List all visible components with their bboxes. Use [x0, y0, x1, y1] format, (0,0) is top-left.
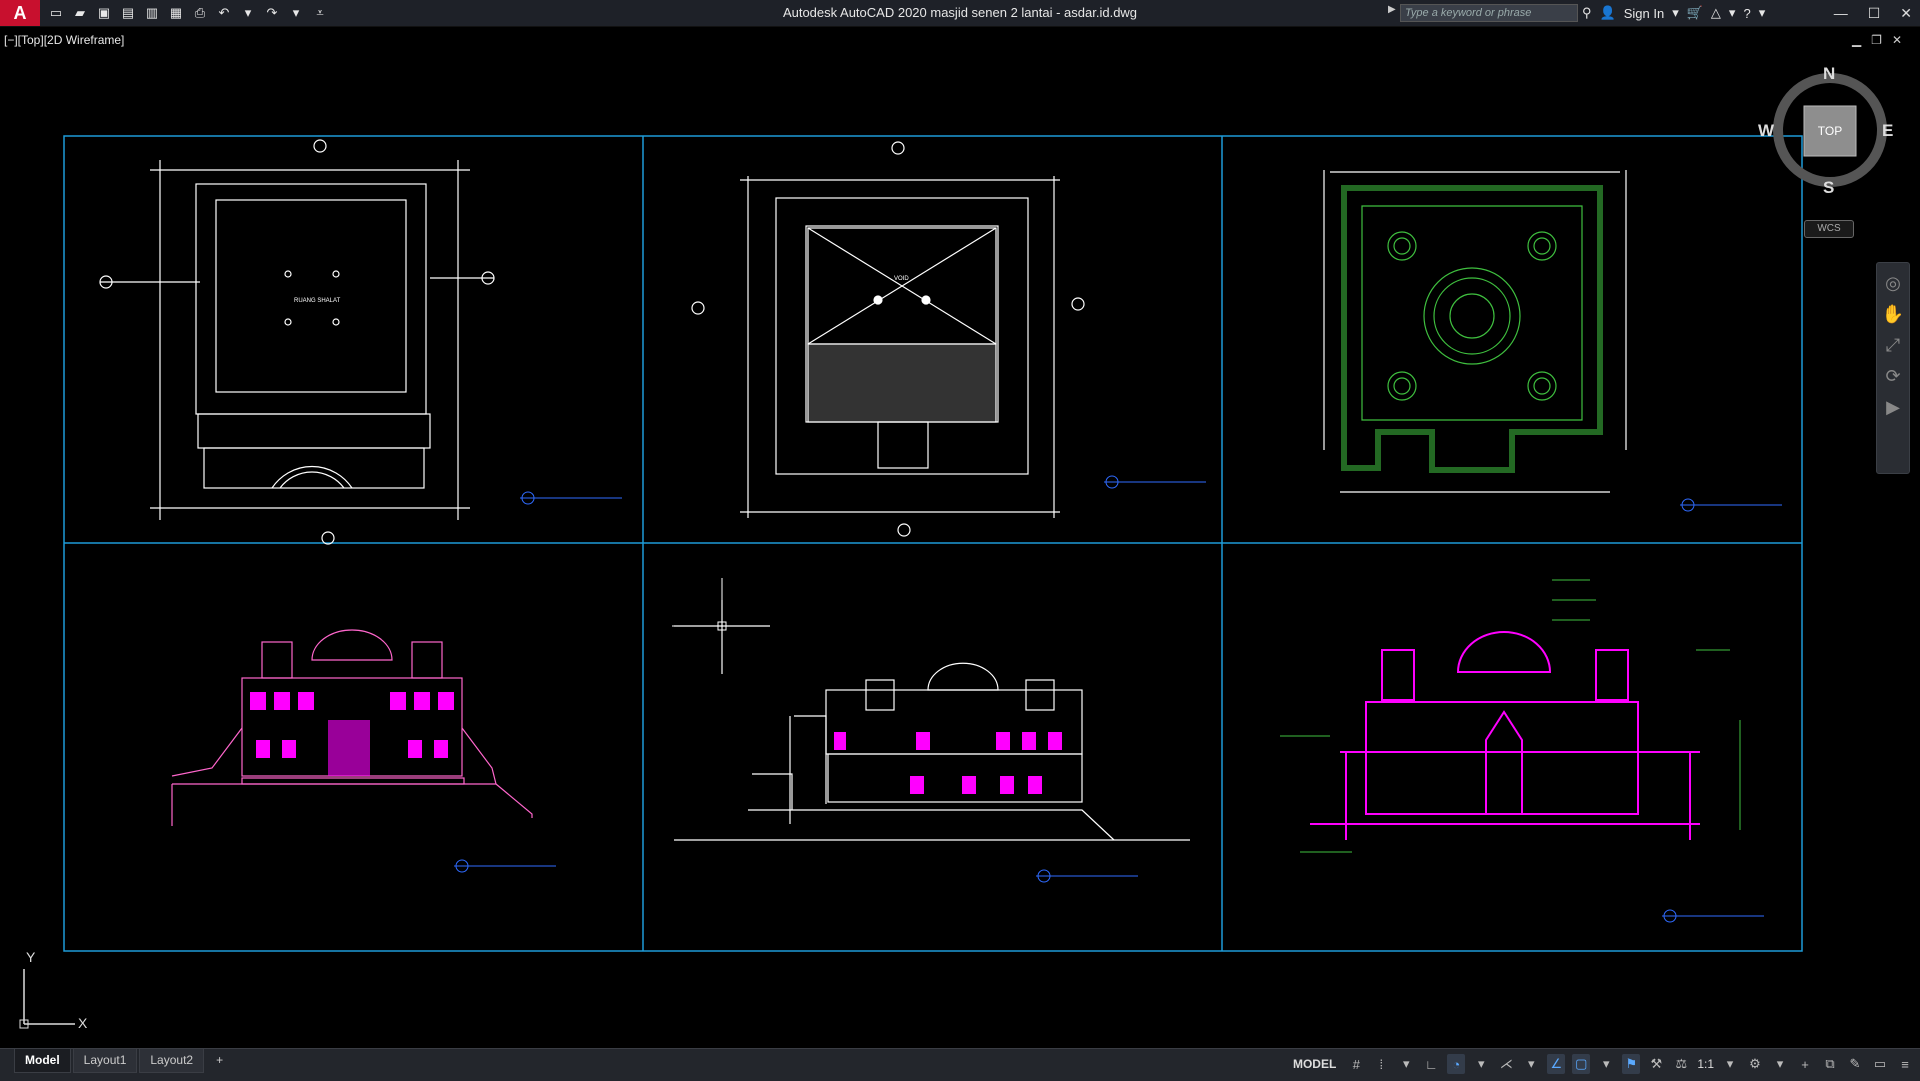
user-icon: 👤: [1599, 5, 1616, 20]
crosshair-cursor: [672, 578, 770, 674]
wcs-menu[interactable]: WCS: [1804, 220, 1854, 238]
snap-mode-icon[interactable]: ⁞: [1372, 1054, 1390, 1074]
print-icon[interactable]: ⎙: [190, 3, 210, 23]
floor-plan-1: [99, 139, 495, 545]
cart-icon[interactable]: 🛒: [1687, 5, 1703, 21]
add-layout-button[interactable]: +: [206, 1049, 233, 1073]
workspace-dropdown-icon[interactable]: ▾: [1771, 1054, 1789, 1074]
application-menu-button[interactable]: A: [0, 0, 40, 26]
window-controls: — ☐ ✕: [1834, 0, 1912, 26]
viewcube-south-label[interactable]: S: [1823, 178, 1834, 198]
steering-wheel-icon[interactable]: ◎: [1877, 273, 1909, 294]
help-toolbar: ⚲ 👤 Sign In ▾ 🛒 △ ▾ ? ▾: [1582, 0, 1765, 26]
showmotion-icon[interactable]: ▶: [1877, 397, 1909, 418]
viewcube-west-label[interactable]: W: [1758, 121, 1774, 141]
isodraft-icon[interactable]: ⋌: [1497, 1054, 1515, 1074]
add-icon[interactable]: +: [1796, 1054, 1814, 1074]
ortho-icon[interactable]: ∟: [1422, 1054, 1440, 1074]
annotation-scale-icon[interactable]: ⚖: [1672, 1054, 1690, 1074]
elevation-side: [674, 600, 1190, 841]
layout-tabs: Model Layout1 Layout2 +: [14, 1049, 233, 1073]
tab-layout1[interactable]: Layout1: [72, 1049, 138, 1073]
elevation-2-title: [1036, 869, 1138, 883]
tab-model[interactable]: Model: [14, 1049, 71, 1073]
elevation-front-windows: [250, 692, 454, 776]
viewcube[interactable]: N S E W TOP: [1758, 64, 1894, 197]
plot-publish-icon[interactable]: ▥: [142, 3, 162, 23]
elevation-1-title: [454, 859, 556, 873]
plan-label-void: VOID: [894, 276, 909, 282]
customization-menu-icon[interactable]: ≡: [1896, 1054, 1914, 1074]
orbit-icon[interactable]: ⟳: [1877, 366, 1909, 387]
object-snap-icon[interactable]: ▢: [1572, 1054, 1591, 1074]
isodraft-dropdown-icon[interactable]: ▾: [1522, 1054, 1540, 1074]
tab-layout2[interactable]: Layout2: [139, 1049, 205, 1073]
object-snap-tracking-icon[interactable]: ∠: [1547, 1054, 1566, 1074]
plan-label-ruang-shalat: RUANG SHALAT: [294, 298, 341, 304]
viewcube-east-label[interactable]: E: [1882, 121, 1893, 141]
customize-qat-icon[interactable]: ⩡: [310, 3, 330, 23]
workspace-gear-icon[interactable]: ⚙: [1746, 1054, 1764, 1074]
search-expand-icon[interactable]: ▶: [1388, 4, 1396, 15]
drawing-canvas[interactable]: RUANG SHALAT VOID: [0, 40, 1920, 1048]
redo-icon[interactable]: ↷: [262, 3, 282, 23]
elevation-rear-annotations: [1280, 579, 1741, 853]
new-file-icon[interactable]: ▭: [46, 3, 66, 23]
snap-dropdown-icon[interactable]: ▾: [1397, 1054, 1415, 1074]
navigation-bar: ◎ ✋ ⤢ ⟳ ▶: [1876, 262, 1910, 474]
undo-dropdown-icon[interactable]: ▾: [238, 3, 258, 23]
save-icon[interactable]: ▣: [94, 3, 114, 23]
app-dropdown-icon[interactable]: ▾: [1729, 5, 1736, 21]
plan-1-title: [520, 491, 622, 505]
object-snap-dropdown-icon[interactable]: ▾: [1597, 1054, 1615, 1074]
close-icon[interactable]: ✕: [1900, 5, 1912, 22]
hardware-acceleration-icon[interactable]: ✎: [1846, 1054, 1864, 1074]
grid-icon[interactable]: #: [1347, 1054, 1365, 1074]
ucs-icon: Y X: [15, 949, 95, 1031]
plan-2-title: [1104, 475, 1206, 489]
elevation-side-windows: [834, 732, 1062, 794]
elevation-3-title: [1662, 909, 1764, 923]
scale-dropdown-icon[interactable]: ▾: [1721, 1054, 1739, 1074]
viewcube-top-face[interactable]: TOP: [1804, 124, 1856, 138]
search-input[interactable]: Type a keyword or phrase: [1400, 4, 1578, 22]
viewcube-north-label[interactable]: N: [1823, 64, 1835, 84]
floor-plan-2: [691, 141, 1085, 537]
redo-dropdown-icon[interactable]: ▾: [286, 3, 306, 23]
autodesk-app-icon[interactable]: △: [1711, 5, 1721, 21]
polar-dropdown-icon[interactable]: ▾: [1472, 1054, 1490, 1074]
title-bar: A ▭ ▰ ▣ ▤ ▥ ▦ ⎙ ↶ ▾ ↷ ▾ ⩡ Autodesk AutoC…: [0, 0, 1920, 27]
model-space-button[interactable]: MODEL: [1289, 1057, 1340, 1071]
minimize-icon[interactable]: —: [1834, 5, 1848, 21]
floor-plan-3: [1323, 170, 1627, 493]
isolate-objects-icon[interactable]: ⧉: [1821, 1054, 1839, 1074]
zoom-extents-icon[interactable]: ⤢: [1877, 335, 1909, 356]
annotation-visibility-icon[interactable]: ⚑: [1622, 1054, 1641, 1074]
sign-in-dropdown-icon[interactable]: ▾: [1672, 5, 1679, 21]
status-bar: Model Layout1 Layout2 + MODEL # ⁞ ▾ ∟ ◔ …: [0, 1048, 1920, 1081]
sign-in-button[interactable]: Sign In: [1624, 6, 1664, 21]
clean-screen-icon[interactable]: ▭: [1871, 1054, 1889, 1074]
status-toggles: MODEL # ⁞ ▾ ∟ ◔ ▾ ⋌ ▾ ∠ ▢ ▾ ⚑ ⚒ ⚖ 1:1 ▾ …: [1289, 1049, 1914, 1079]
help-icon[interactable]: ?: [1743, 6, 1750, 21]
open-folder-icon[interactable]: ▰: [70, 3, 90, 23]
polar-tracking-icon[interactable]: ◔: [1447, 1054, 1466, 1074]
maximize-icon[interactable]: ☐: [1868, 5, 1881, 22]
quick-access-toolbar: ▭ ▰ ▣ ▤ ▥ ▦ ⎙ ↶ ▾ ↷ ▾ ⩡: [46, 3, 330, 23]
pan-icon[interactable]: ✋: [1877, 304, 1909, 325]
sheet-icon[interactable]: ▦: [166, 3, 186, 23]
ucs-x-label: X: [78, 1015, 88, 1031]
annotation-scale-value[interactable]: 1:1: [1697, 1057, 1714, 1071]
elevation-rear: [1310, 631, 1700, 840]
binoculars-icon[interactable]: ⚲: [1582, 5, 1592, 21]
help-dropdown-icon[interactable]: ▾: [1759, 5, 1766, 21]
ucs-y-label: Y: [26, 949, 36, 965]
plan-3-title: [1680, 498, 1782, 512]
undo-icon[interactable]: ↶: [214, 3, 234, 23]
auto-scale-icon[interactable]: ⚒: [1647, 1054, 1665, 1074]
save-as-icon[interactable]: ▤: [118, 3, 138, 23]
